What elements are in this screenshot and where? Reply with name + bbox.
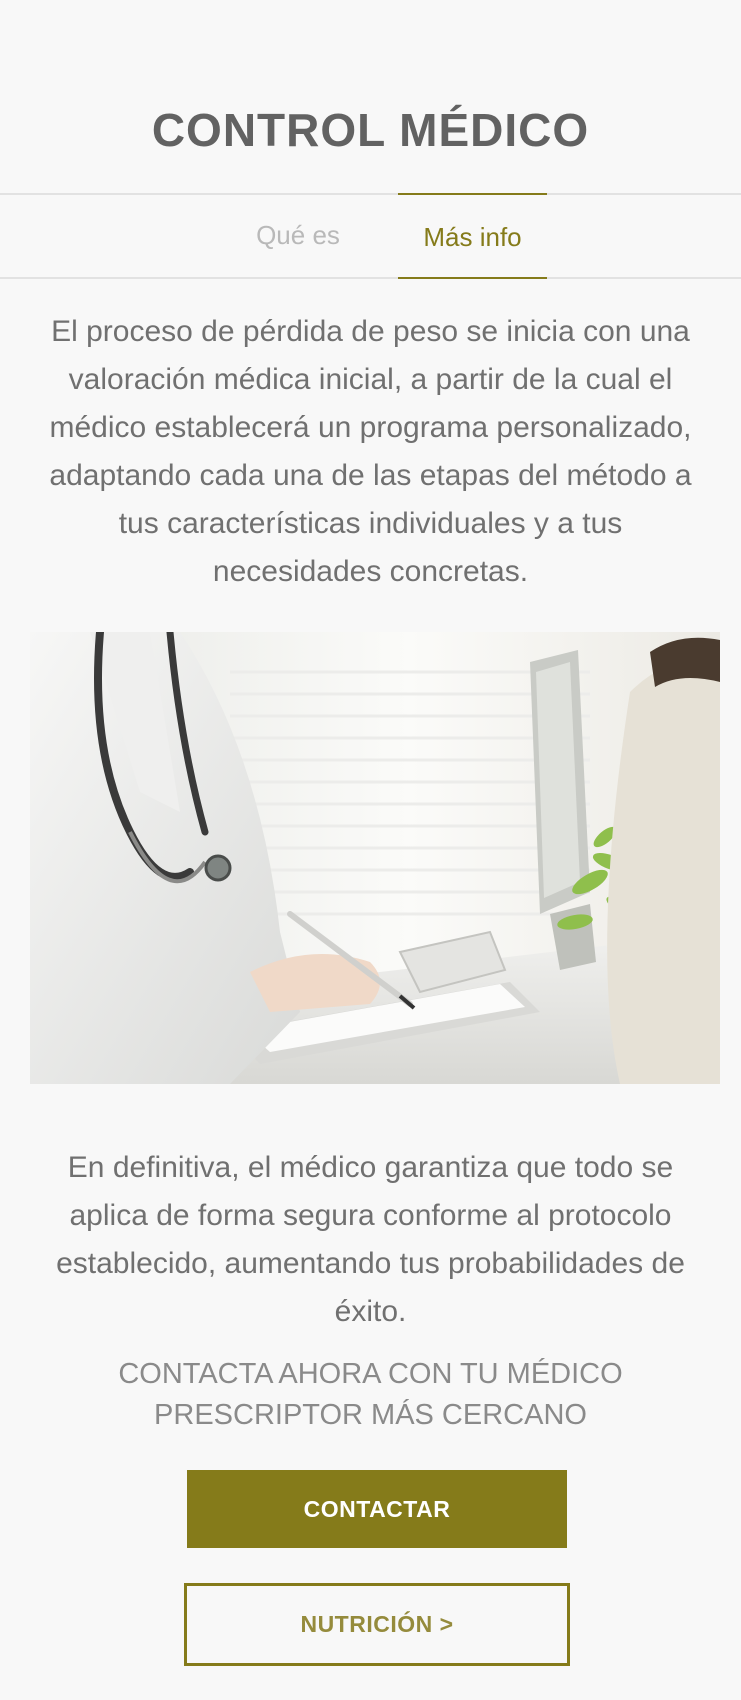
doctor-consultation-photo (30, 632, 720, 1084)
tab-mas-info[interactable]: Más info (398, 193, 547, 279)
nutrition-button[interactable]: NUTRICIÓN > (184, 1583, 570, 1666)
closing-text: En definitiva, el médico garantiza que t… (56, 1151, 685, 1328)
contact-button[interactable]: CONTACTAR (187, 1470, 567, 1548)
cta-heading: CONTACTA AHORA CON TU MÉDICO PRESCRIPTOR… (118, 1358, 623, 1431)
tab-bar: Qué es Más info (0, 193, 741, 279)
intro-text: El proceso de pérdida de peso se inicia … (49, 315, 692, 588)
tab-que-es[interactable]: Qué es (235, 193, 361, 275)
page-title: CONTROL MÉDICO (151, 103, 590, 156)
